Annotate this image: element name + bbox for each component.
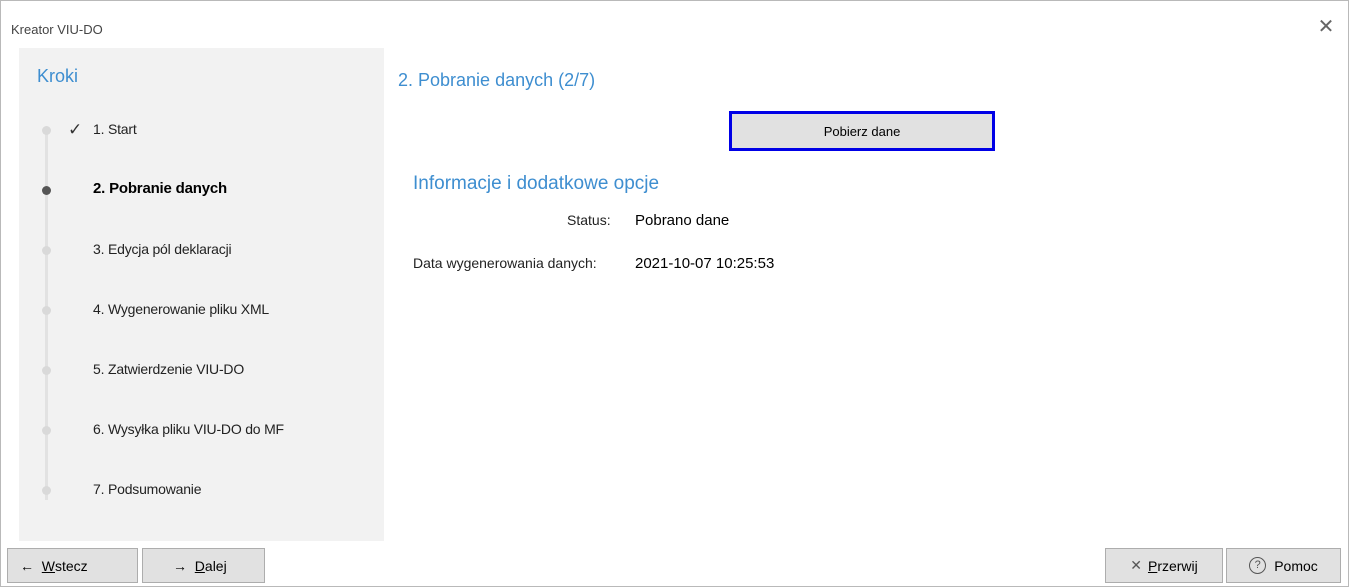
section-title: Informacje i dodatkowe opcje: [413, 173, 660, 194]
help-label: Pomoc: [1274, 557, 1318, 574]
step-dot-active: [42, 186, 51, 195]
fetch-data-button[interactable]: Pobierz dane: [729, 111, 995, 151]
next-label: alej: [204, 557, 227, 574]
step-pobranie-danych[interactable]: 2. Pobranie danych: [93, 180, 227, 197]
abort-accel: P: [1147, 557, 1158, 574]
step-wygenerowanie-xml[interactable]: 4. Wygenerowanie pliku XML: [93, 301, 269, 317]
arrow-left-icon: ←: [20, 557, 34, 574]
date-value: 2021-10-07 10:25:53: [635, 255, 775, 272]
step-start[interactable]: 1. Start: [93, 121, 137, 137]
check-icon: ✓: [68, 120, 83, 139]
next-button[interactable]: → Dalej: [142, 548, 265, 583]
arrow-right-icon: →: [173, 557, 187, 574]
date-label: Data wygenerowania danych:: [413, 255, 597, 271]
help-icon: ?: [1249, 557, 1267, 574]
help-button[interactable]: ? Pomoc: [1226, 548, 1341, 583]
abort-button[interactable]: ✕ Przerwij: [1105, 548, 1223, 583]
steps-title: Kroki: [37, 66, 79, 86]
step-dot: [42, 426, 51, 435]
step-zatwierdzenie[interactable]: 5. Zatwierdzenie VIU-DO: [93, 361, 244, 377]
status-label: Status:: [567, 212, 611, 228]
back-accel: W: [41, 557, 55, 574]
window-title: Kreator VIU-DO: [11, 22, 103, 37]
status-value: Pobrano dane: [635, 212, 730, 229]
step-dot: [42, 366, 51, 375]
page-title: 2. Pobranie danych (2/7): [398, 70, 596, 90]
close-icon: ✕: [1130, 557, 1142, 573]
step-dot: [42, 486, 51, 495]
step-edycja-pol[interactable]: 3. Edycja pól deklaracji: [93, 241, 232, 257]
close-icon[interactable]: ✕: [1316, 17, 1336, 37]
steps-sidebar: Kroki ✓ 1. Start 2. Pobranie danych 3. E…: [19, 48, 384, 541]
step-podsumowanie[interactable]: 7. Podsumowanie: [93, 481, 201, 497]
step-dot: [42, 246, 51, 255]
step-dot: [42, 126, 51, 135]
wizard-window: Kreator VIU-DO ✕ Kroki ✓ 1. Start 2. Pob…: [0, 0, 1349, 587]
back-label: stecz: [55, 557, 88, 574]
abort-label: rzerwij: [1157, 557, 1198, 574]
back-button[interactable]: ← Wstecz: [7, 548, 138, 583]
next-accel: D: [194, 557, 205, 574]
step-wysylka[interactable]: 6. Wysyłka pliku VIU-DO do MF: [93, 421, 284, 437]
step-dot: [42, 306, 51, 315]
